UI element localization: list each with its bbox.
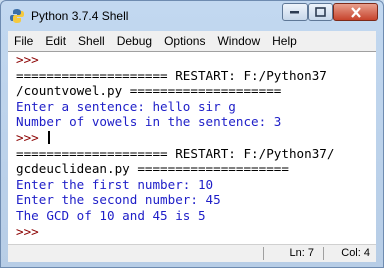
menu-window[interactable]: Window <box>211 31 266 51</box>
minimize-button[interactable] <box>282 3 308 21</box>
title-bar[interactable]: Python 3.7.4 Shell <box>1 1 383 31</box>
shell-line: Number of vowels in the sentence: 3 <box>16 114 282 130</box>
shell-text-area[interactable]: >>> ==================== RESTART: F:/Pyt… <box>8 51 376 244</box>
menu-bar: File Edit Shell Debug Options Window Hel… <box>8 31 376 51</box>
menu-file[interactable]: File <box>8 31 39 51</box>
shell-prompt: >>> <box>16 52 47 67</box>
close-icon <box>350 6 361 18</box>
shell-line: gcdeuclidean.py ==================== <box>16 161 289 177</box>
shell-prompt: >>> <box>16 129 47 145</box>
maximize-button[interactable] <box>308 3 333 21</box>
status-column-number: Col: 4 <box>341 247 370 259</box>
shell-line: >>> <box>8 130 376 146</box>
menu-debug[interactable]: Debug <box>111 31 158 51</box>
shell-line: ==================== RESTART: F:/Python3… <box>16 145 335 161</box>
shell-line: >>> <box>8 52 376 68</box>
maximize-icon <box>315 7 326 17</box>
window-title: Python 3.7.4 Shell <box>31 9 129 23</box>
shell-line: /countvowel.py ==================== <box>16 83 282 99</box>
shell-line: The GCD of 10 and 45 is 5 <box>16 207 206 223</box>
text-cursor <box>48 130 51 144</box>
status-divider <box>323 247 324 260</box>
status-divider <box>263 247 264 260</box>
shell-line: ==================== RESTART: F:/Python3… <box>16 67 327 83</box>
status-line-number: Ln: 7 <box>289 247 314 259</box>
menu-options[interactable]: Options <box>158 31 211 51</box>
python-logo-icon <box>9 8 25 24</box>
shell-line: Enter the second number: 45 <box>16 192 221 208</box>
shell-prompt: >>> <box>16 223 47 239</box>
close-button[interactable] <box>333 3 378 21</box>
shell-window: Python 3.7.4 Shell File Edit Shell Debug… <box>0 0 384 268</box>
minimize-icon <box>290 11 299 14</box>
shell-line: Enter the first number: 10 <box>16 176 214 192</box>
status-bar: Ln: 7 Col: 4 <box>8 244 376 262</box>
menu-shell[interactable]: Shell <box>72 31 111 51</box>
menu-help[interactable]: Help <box>266 31 303 51</box>
shell-line: Enter a sentence: hello sir g <box>16 98 236 114</box>
shell-line: >>> <box>8 224 376 240</box>
menu-edit[interactable]: Edit <box>39 31 72 51</box>
